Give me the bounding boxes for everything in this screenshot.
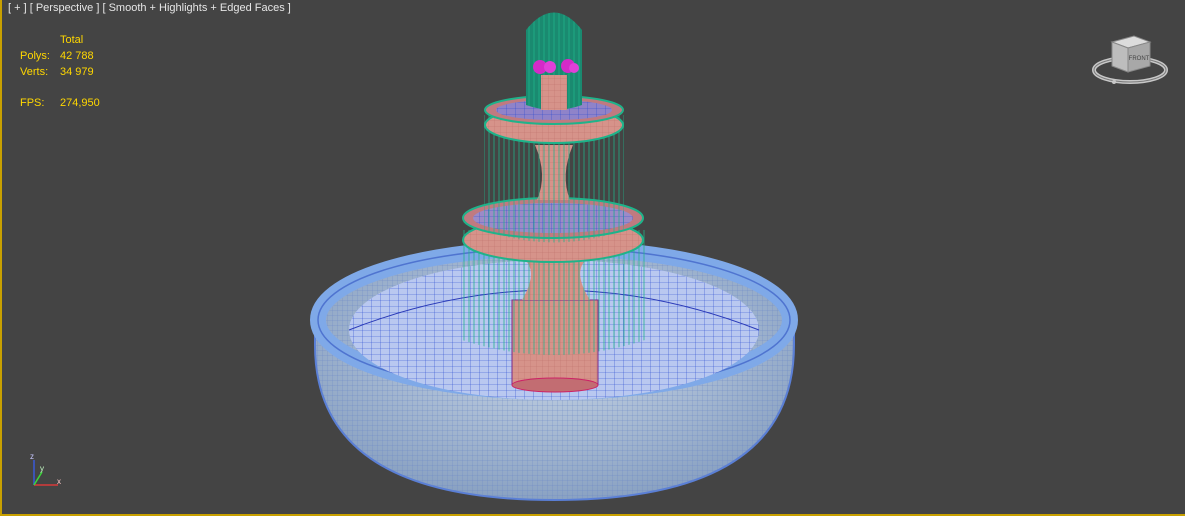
stats-verts-label: Verts: bbox=[20, 66, 49, 78]
axis-y-line bbox=[33, 471, 43, 486]
stats-polys-label: Polys: bbox=[20, 50, 50, 62]
viewcube-navigation[interactable]: FRONT bbox=[1092, 30, 1172, 90]
viewport-label-menu[interactable]: [ + ] [ Perspective ] [ Smooth + Highlig… bbox=[8, 2, 291, 14]
viewport-plus-menu[interactable]: [ + ] bbox=[8, 2, 27, 14]
viewport-view-menu[interactable]: [ Perspective ] bbox=[30, 2, 100, 14]
axis-y-label: y bbox=[40, 464, 44, 473]
stats-fps-value: 274,950 bbox=[60, 97, 100, 109]
axis-z-label: z bbox=[30, 452, 34, 461]
stats-polys-value: 42 788 bbox=[60, 50, 94, 62]
stats-verts-value: 34 979 bbox=[60, 66, 94, 78]
fountain-model-render[interactable] bbox=[2, 0, 1185, 516]
viewport-shading-menu[interactable]: [ Smooth + Highlights + Edged Faces ] bbox=[102, 2, 290, 14]
stats-fps-label: FPS: bbox=[20, 97, 45, 109]
axis-x-label: x bbox=[57, 477, 61, 486]
axis-tripod: z y x bbox=[30, 452, 61, 486]
stats-total-header: Total bbox=[60, 34, 84, 46]
viewcube-face-label: FRONT bbox=[1129, 56, 1150, 62]
perspective-viewport[interactable]: [ + ] [ Perspective ] [ Smooth + Highlig… bbox=[0, 0, 1185, 516]
